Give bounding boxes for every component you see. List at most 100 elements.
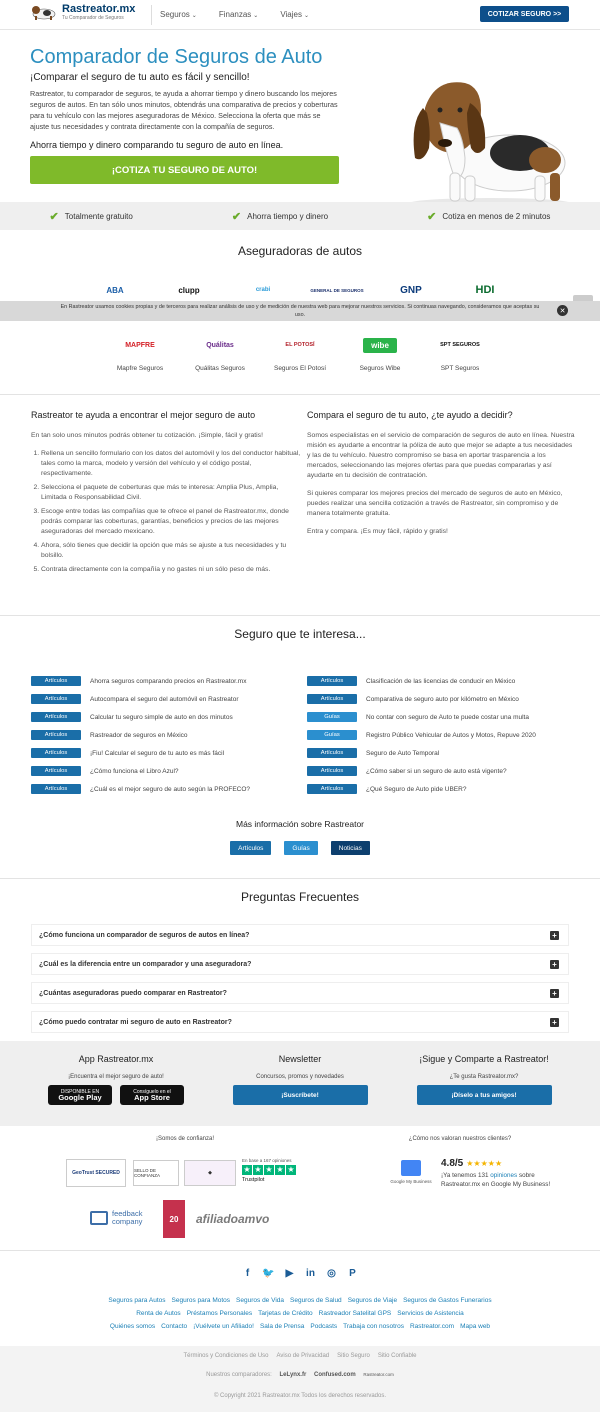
footer-link[interactable]: Seguros de Salud [290, 1297, 342, 1304]
instagram-icon[interactable]: ◎ [325, 1267, 338, 1280]
feedback-company-logo[interactable]: feedback company [90, 1210, 148, 1226]
crabi-logo[interactable]: crabi [234, 282, 292, 298]
article-row[interactable]: Guías Registro Público Vehicular de Autos… [307, 730, 577, 740]
sello-confianza-badge[interactable]: SELLO DE CONFIANZA [133, 1160, 179, 1186]
insurer-item[interactable]: SPT SEGUROS SPT Seguros [422, 336, 498, 372]
article-row[interactable]: Artículos ¿Cuál es el mejor seguro de aut… [31, 784, 301, 794]
faq-item[interactable]: ¿Cómo funciona un comparador de seguros … [31, 924, 569, 946]
nav-viajes[interactable]: Viajes ⌄ [280, 10, 309, 19]
general-de-seguros-logo[interactable]: GENERAL DE SEGUROS [308, 282, 366, 298]
footer-link[interactable]: Seguros de Vida [236, 1297, 284, 1304]
insurers-row-2: MAPFRE Mapfre Seguros Quálitas Quálitas Se… [0, 336, 600, 372]
article-row[interactable]: Guías No contar con seguro de Auto te pue… [307, 712, 577, 722]
clupp-logo[interactable]: clupp [160, 282, 218, 298]
footer-link[interactable]: Seguros para Autos [108, 1297, 165, 1304]
footer-link[interactable]: Quiénes somos [110, 1323, 155, 1330]
article-row[interactable]: Artículos Seguro de Auto Temporal [307, 748, 577, 758]
tab-noticias[interactable]: Noticias [330, 841, 370, 855]
google-my-business-logo[interactable]: Google My Business [388, 1160, 434, 1184]
hero-description: Rastreator, tu comparador de seguros, te… [30, 89, 338, 131]
article-row[interactable]: Artículos Clasificación de las licencias … [307, 676, 577, 686]
plus-icon: + [550, 931, 559, 940]
tab-articulos[interactable]: Artículos [230, 841, 272, 855]
linkedin-icon[interactable]: in [304, 1267, 317, 1280]
newsletter-column: Newsletter Concursos, promos y novedades… [200, 1054, 400, 1105]
nav-seguros[interactable]: Seguros ⌄ [160, 10, 197, 19]
footer-link[interactable]: Servicios de Asistencia [397, 1310, 463, 1317]
insurer-item[interactable]: Quálitas Quálitas Seguros [182, 336, 258, 373]
hero-subtitle: ¡Comparar el seguro de tu auto es fácil … [30, 72, 250, 83]
footer-link[interactable]: Préstamos Personales [187, 1310, 252, 1317]
footer-link[interactable]: Renta de Autos [136, 1310, 180, 1317]
article-row[interactable]: Artículos Comparativa de seguro auto por … [307, 694, 577, 704]
award-badge[interactable]: 20 [163, 1200, 185, 1238]
trustpilot-widget[interactable]: En base a 167 opiniones ★ ★ ★ ★ ★ Trustpilot [242, 1158, 302, 1183]
article-row[interactable]: Artículos Autocompara el seguro del autom… [31, 694, 301, 704]
footer-link[interactable]: Trabaja con nosotros [343, 1323, 404, 1330]
close-icon[interactable]: ✕ [557, 305, 568, 316]
tab-guias[interactable]: Guías [284, 841, 318, 855]
plus-icon: + [550, 989, 559, 998]
amvo-logo[interactable]: afiliadoamvo [196, 1212, 269, 1226]
amvo-seal-badge[interactable]: ◆ [184, 1160, 236, 1186]
site-logo[interactable]: Rastreator.mx Tu Comparador de Seguros [30, 3, 135, 21]
pinterest-icon[interactable]: P [346, 1267, 359, 1280]
faq-item[interactable]: ¿Cuál es la diferencia entre un comparad… [31, 953, 569, 975]
youtube-icon[interactable]: ▶ [283, 1267, 296, 1280]
insurer-item[interactable]: wibe Seguros Wibe [342, 336, 418, 372]
aba-logo[interactable]: ABA [86, 282, 144, 298]
footer-link[interactable]: Tarjetas de Crédito [258, 1310, 313, 1317]
legal-link[interactable]: Sitio Confiable [378, 1353, 417, 1359]
legal-link[interactable]: Aviso de Privacidad [277, 1353, 330, 1359]
twitter-icon[interactable]: 🐦 [262, 1267, 275, 1280]
footer-link[interactable]: Seguros de Gastos Funerarios [403, 1297, 492, 1304]
footer-link[interactable]: Podcasts [310, 1323, 337, 1330]
article-row[interactable]: Artículos ¿Cómo saber si un seguro de aut… [307, 766, 577, 776]
footer-link[interactable]: Seguros para Motos [172, 1297, 231, 1304]
footer-link[interactable]: Contacto [161, 1323, 187, 1330]
trust-title: ¡Somos de confianza! [155, 1136, 215, 1142]
article-row[interactable]: Artículos ¿Cómo funciona el Libro Azul? [31, 766, 301, 776]
subscribe-button[interactable]: ¡Suscríbete! [232, 1085, 368, 1105]
gnp-logo[interactable]: GNP [382, 282, 440, 298]
cotiza-seguro-button[interactable]: ¡COTIZA TU SEGURO DE AUTO! [30, 156, 339, 184]
cotizar-seguro-button[interactable]: COTIZAR SEGURO >> [480, 6, 569, 22]
article-row[interactable]: Artículos ¿Qué Seguro de Auto pide UBER? [307, 784, 577, 794]
social-links: f 🐦 ▶ in ◎ P [0, 1267, 600, 1280]
footer-link[interactable]: Mapa web [460, 1323, 490, 1330]
interest-title: Seguro que te interesa... [234, 627, 366, 641]
features-strip: ✔ Totalmente gratuito ✔ Ahorra tiempo y di… [0, 202, 600, 230]
footer-link[interactable]: Rastreador Satelital GPS [319, 1310, 392, 1317]
insurer-item[interactable]: MAPFRE Mapfre Seguros [102, 336, 178, 373]
footer-link[interactable]: Seguros de Viaje [348, 1297, 397, 1304]
share-button[interactable]: ¡Díselo a tus amigos! [416, 1085, 552, 1105]
legal-link[interactable]: Términos y Condiciones de Uso [183, 1353, 268, 1359]
share-column: ¡Sigue y Comparte a Rastreator! ¿Te gust… [384, 1054, 584, 1105]
geotrust-badge[interactable]: GeoTrust SECURED [66, 1159, 126, 1187]
article-row[interactable]: Artículos Rastreador de seguros en México [31, 730, 301, 740]
faq-item[interactable]: ¿Cómo puedo contratar mi seguro de auto … [31, 1011, 569, 1033]
footer-link[interactable]: ¡Vuélvete un Afiliado! [193, 1323, 254, 1330]
footer-link[interactable]: Sala de Prensa [260, 1323, 304, 1330]
confused-logo[interactable]: Confused.com [314, 1372, 356, 1378]
nav-finanzas[interactable]: Finanzas ⌄ [219, 10, 259, 19]
google-play-button[interactable]: DISPONIBLE EN Google Play [48, 1085, 112, 1105]
lelynx-logo[interactable]: LeLynx.fr [280, 1372, 307, 1378]
article-row[interactable]: Artículos Ahorra seguros comparando preci… [31, 676, 301, 686]
article-row[interactable]: Artículos Calcular tu seguro simple de au… [31, 712, 301, 722]
footer-link[interactable]: Rastreator.com [410, 1323, 454, 1330]
faq-title: Preguntas Frecuentes [240, 890, 360, 904]
faq-item[interactable]: ¿Cuántas aseguradoras puedo comparar en … [31, 982, 569, 1004]
hdi-logo[interactable]: HDI [456, 282, 514, 298]
app-store-button[interactable]: Consíguelo en el App Store [120, 1085, 184, 1105]
rastreator-com-logo[interactable]: Rastreator.com [363, 1372, 394, 1377]
compare-title: Compara el seguro de tu auto, ¿te ayudo … [307, 410, 513, 420]
facebook-icon[interactable]: f [241, 1267, 254, 1280]
legal-link[interactable]: Sitio Seguro [337, 1353, 370, 1359]
article-row[interactable]: Artículos ¡Fiu! Calcular el seguro de tu … [31, 748, 301, 758]
insurer-item[interactable]: EL POTOSÍ Seguros El Potosí [262, 336, 338, 372]
list-item: Escoge entre todas las compañías que te … [41, 507, 301, 537]
feature-item: ✔ Totalmente gratuito [49, 210, 133, 223]
opiniones-link[interactable]: opiniones [490, 1172, 517, 1179]
check-icon: ✔ [49, 210, 59, 223]
